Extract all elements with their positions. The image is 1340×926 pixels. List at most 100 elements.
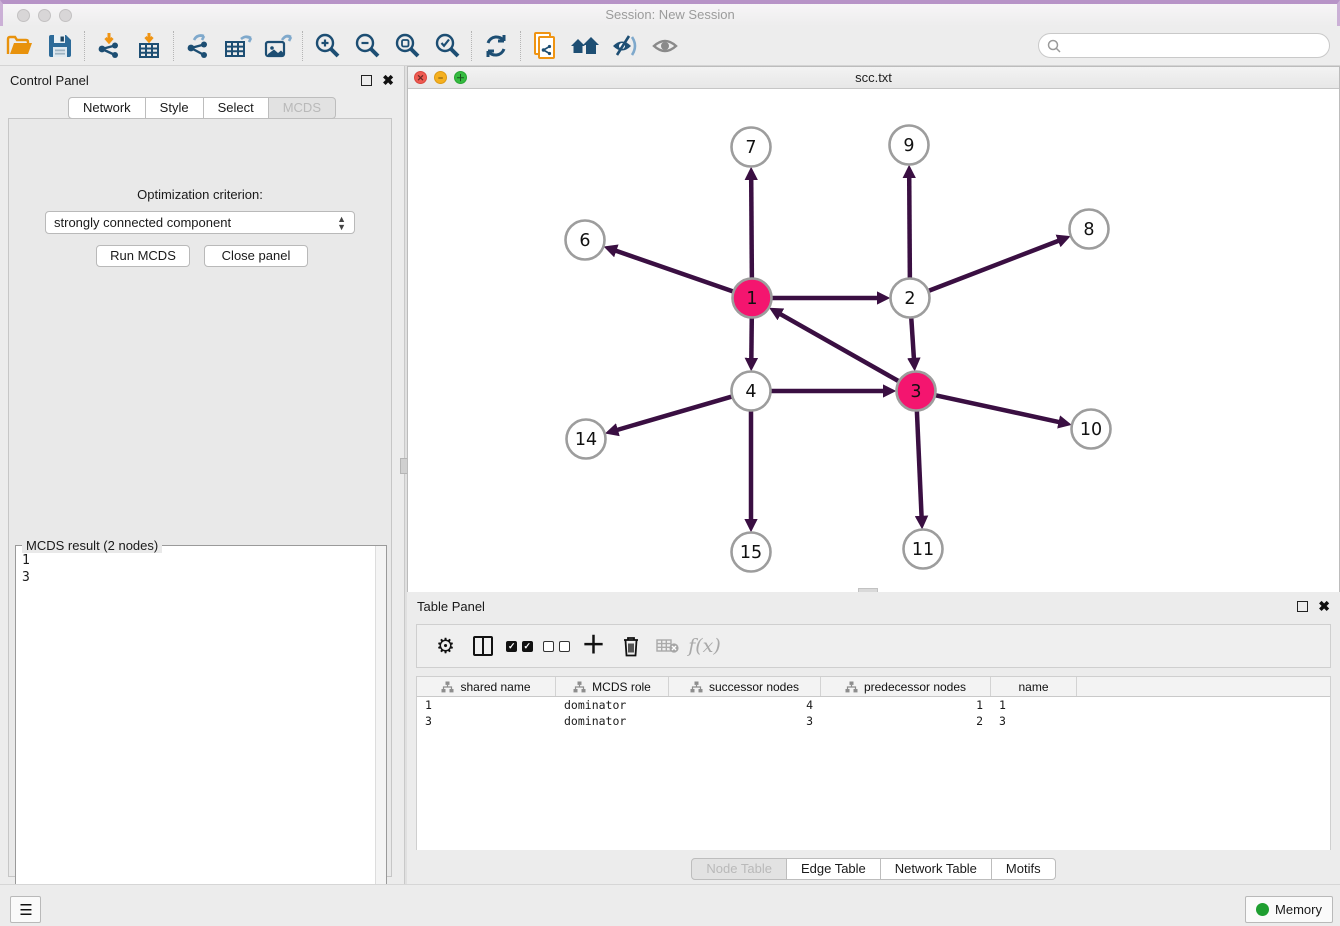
main-toolbar bbox=[0, 26, 1340, 66]
column-view-icon[interactable] bbox=[464, 628, 501, 664]
graph-node-4[interactable]: 4 bbox=[732, 372, 771, 411]
graph-edge-2-8[interactable] bbox=[928, 240, 1060, 291]
delete-icon[interactable] bbox=[612, 628, 649, 664]
home-icon[interactable] bbox=[565, 29, 605, 63]
tab-select[interactable]: Select bbox=[204, 97, 269, 119]
graph-node-10[interactable]: 10 bbox=[1072, 410, 1111, 449]
tab-edge-table[interactable]: Edge Table bbox=[787, 858, 881, 880]
export-network-icon[interactable] bbox=[178, 29, 218, 63]
graph-edge-3-1[interactable] bbox=[779, 313, 900, 381]
graph-edge-2-9[interactable] bbox=[909, 175, 910, 278]
search-input[interactable] bbox=[1066, 39, 1329, 53]
add-column-icon[interactable]: ＋ bbox=[575, 628, 612, 664]
window-zoom-button[interactable] bbox=[59, 9, 72, 22]
open-folder-icon[interactable] bbox=[0, 29, 40, 63]
float-table-panel-icon[interactable] bbox=[1297, 601, 1308, 612]
tab-motifs[interactable]: Motifs bbox=[992, 858, 1056, 880]
network-from-file-icon[interactable] bbox=[525, 29, 565, 63]
column-header-name[interactable]: name bbox=[991, 677, 1077, 696]
table-cell: 2 bbox=[821, 713, 991, 729]
zoom-selected-icon[interactable] bbox=[427, 29, 467, 63]
graph-edge-1-7[interactable] bbox=[751, 177, 752, 278]
tab-node-table[interactable]: Node Table bbox=[691, 858, 787, 880]
hide-eye-icon[interactable] bbox=[605, 29, 645, 63]
delete-table-icon bbox=[649, 628, 686, 664]
float-panel-icon[interactable] bbox=[361, 75, 372, 86]
network-maximize-button[interactable]: ＋ bbox=[454, 71, 467, 84]
graph-node-8[interactable]: 8 bbox=[1070, 210, 1109, 249]
zoom-fit-icon[interactable] bbox=[387, 29, 427, 63]
mcds-panel: Optimization criterion: strongly connect… bbox=[8, 118, 392, 877]
window-close-button[interactable] bbox=[17, 9, 30, 22]
close-table-panel-icon[interactable]: ✖ bbox=[1318, 601, 1330, 612]
zoom-out-icon[interactable] bbox=[347, 29, 387, 63]
network-canvas[interactable]: 7 9 6 8 1 2 4 3 14 10 15 11 bbox=[408, 89, 1339, 592]
tab-network-table[interactable]: Network Table bbox=[881, 858, 992, 880]
mcds-result-text[interactable]: 1 3 bbox=[16, 550, 374, 922]
app-titlebar[interactable]: Session: New Session bbox=[0, 0, 1340, 26]
graph-node-9[interactable]: 9 bbox=[890, 126, 929, 165]
table-cell: 3 bbox=[991, 713, 1077, 729]
toolbar-separator bbox=[302, 31, 303, 61]
result-scrollbar[interactable] bbox=[375, 546, 386, 922]
toolbar-separator bbox=[173, 31, 174, 61]
run-mcds-button[interactable]: Run MCDS bbox=[96, 245, 190, 267]
close-panel-icon[interactable]: ✖ bbox=[382, 75, 394, 86]
close-panel-button[interactable]: Close panel bbox=[204, 245, 308, 267]
table-row[interactable]: 3dominator323 bbox=[417, 713, 1330, 729]
tab-style[interactable]: Style bbox=[146, 97, 204, 119]
graph-node-15[interactable]: 15 bbox=[732, 533, 771, 572]
svg-text:7: 7 bbox=[745, 138, 756, 158]
table-cell: 3 bbox=[669, 713, 821, 729]
optimization-criterion-dropdown[interactable]: strongly connected component ▲▼ bbox=[45, 211, 355, 234]
deselect-all-checkboxes-icon[interactable] bbox=[538, 628, 575, 664]
graph-node-7[interactable]: 7 bbox=[732, 128, 771, 167]
memory-button[interactable]: Memory bbox=[1245, 896, 1333, 923]
save-icon[interactable] bbox=[40, 29, 80, 63]
memory-status-icon bbox=[1256, 903, 1269, 916]
window-minimize-button[interactable] bbox=[38, 9, 51, 22]
network-title: scc.txt bbox=[408, 67, 1339, 88]
svg-text:3: 3 bbox=[910, 382, 921, 402]
import-table-icon[interactable] bbox=[129, 29, 169, 63]
graph-edge-1-6[interactable] bbox=[614, 250, 734, 292]
node-table: shared name MCDS role successor nodes pr… bbox=[416, 676, 1331, 850]
column-header-shared-name[interactable]: shared name bbox=[417, 677, 556, 696]
export-table-icon[interactable] bbox=[218, 29, 258, 63]
zoom-in-icon[interactable] bbox=[307, 29, 347, 63]
graph-edge-4-14[interactable] bbox=[615, 396, 732, 430]
column-header-MCDS-role[interactable]: MCDS role bbox=[556, 677, 669, 696]
svg-text:15: 15 bbox=[740, 543, 762, 563]
table-cell: 1 bbox=[821, 697, 991, 713]
select-all-checkboxes-icon[interactable]: ✓ ✓ bbox=[501, 628, 538, 664]
export-image-icon[interactable] bbox=[258, 29, 298, 63]
network-minimize-button[interactable]: − bbox=[434, 71, 447, 84]
graph-node-6[interactable]: 6 bbox=[566, 221, 605, 260]
network-close-button[interactable]: ✕ bbox=[414, 71, 427, 84]
function-builder-icon: f(x) bbox=[686, 628, 723, 664]
tab-mcds[interactable]: MCDS bbox=[269, 97, 336, 119]
show-eye-icon[interactable] bbox=[645, 29, 685, 63]
network-window-titlebar[interactable]: ✕ − ＋ scc.txt bbox=[408, 67, 1339, 89]
column-header-successor-nodes[interactable]: successor nodes bbox=[669, 677, 821, 696]
svg-text:6: 6 bbox=[579, 231, 590, 251]
graph-edge-3-11[interactable] bbox=[917, 410, 922, 518]
graph-edge-2-3[interactable] bbox=[911, 317, 914, 360]
import-network-icon[interactable] bbox=[89, 29, 129, 63]
column-header-predecessor-nodes[interactable]: predecessor nodes bbox=[821, 677, 991, 696]
task-history-button[interactable]: ☰ bbox=[10, 896, 41, 923]
graph-node-2[interactable]: 2 bbox=[891, 279, 930, 318]
tab-network[interactable]: Network bbox=[68, 97, 146, 119]
graph-node-1[interactable]: 1 bbox=[733, 279, 772, 318]
graph-node-3[interactable]: 3 bbox=[897, 372, 936, 411]
table-cell: 1 bbox=[991, 697, 1077, 713]
graph-node-14[interactable]: 14 bbox=[567, 420, 606, 459]
graph-node-11[interactable]: 11 bbox=[904, 530, 943, 569]
network-view-window: ✕ − ＋ scc.txt 7 9 6 8 1 2 4 3 14 10 15 11 bbox=[407, 66, 1340, 592]
svg-text:11: 11 bbox=[912, 540, 934, 560]
refresh-layout-icon[interactable] bbox=[476, 29, 516, 63]
table-row[interactable]: 1dominator411 bbox=[417, 697, 1330, 713]
gear-icon[interactable]: ⚙ bbox=[427, 628, 464, 664]
graph-edge-3-10[interactable] bbox=[935, 395, 1061, 422]
search-box[interactable] bbox=[1038, 33, 1330, 58]
